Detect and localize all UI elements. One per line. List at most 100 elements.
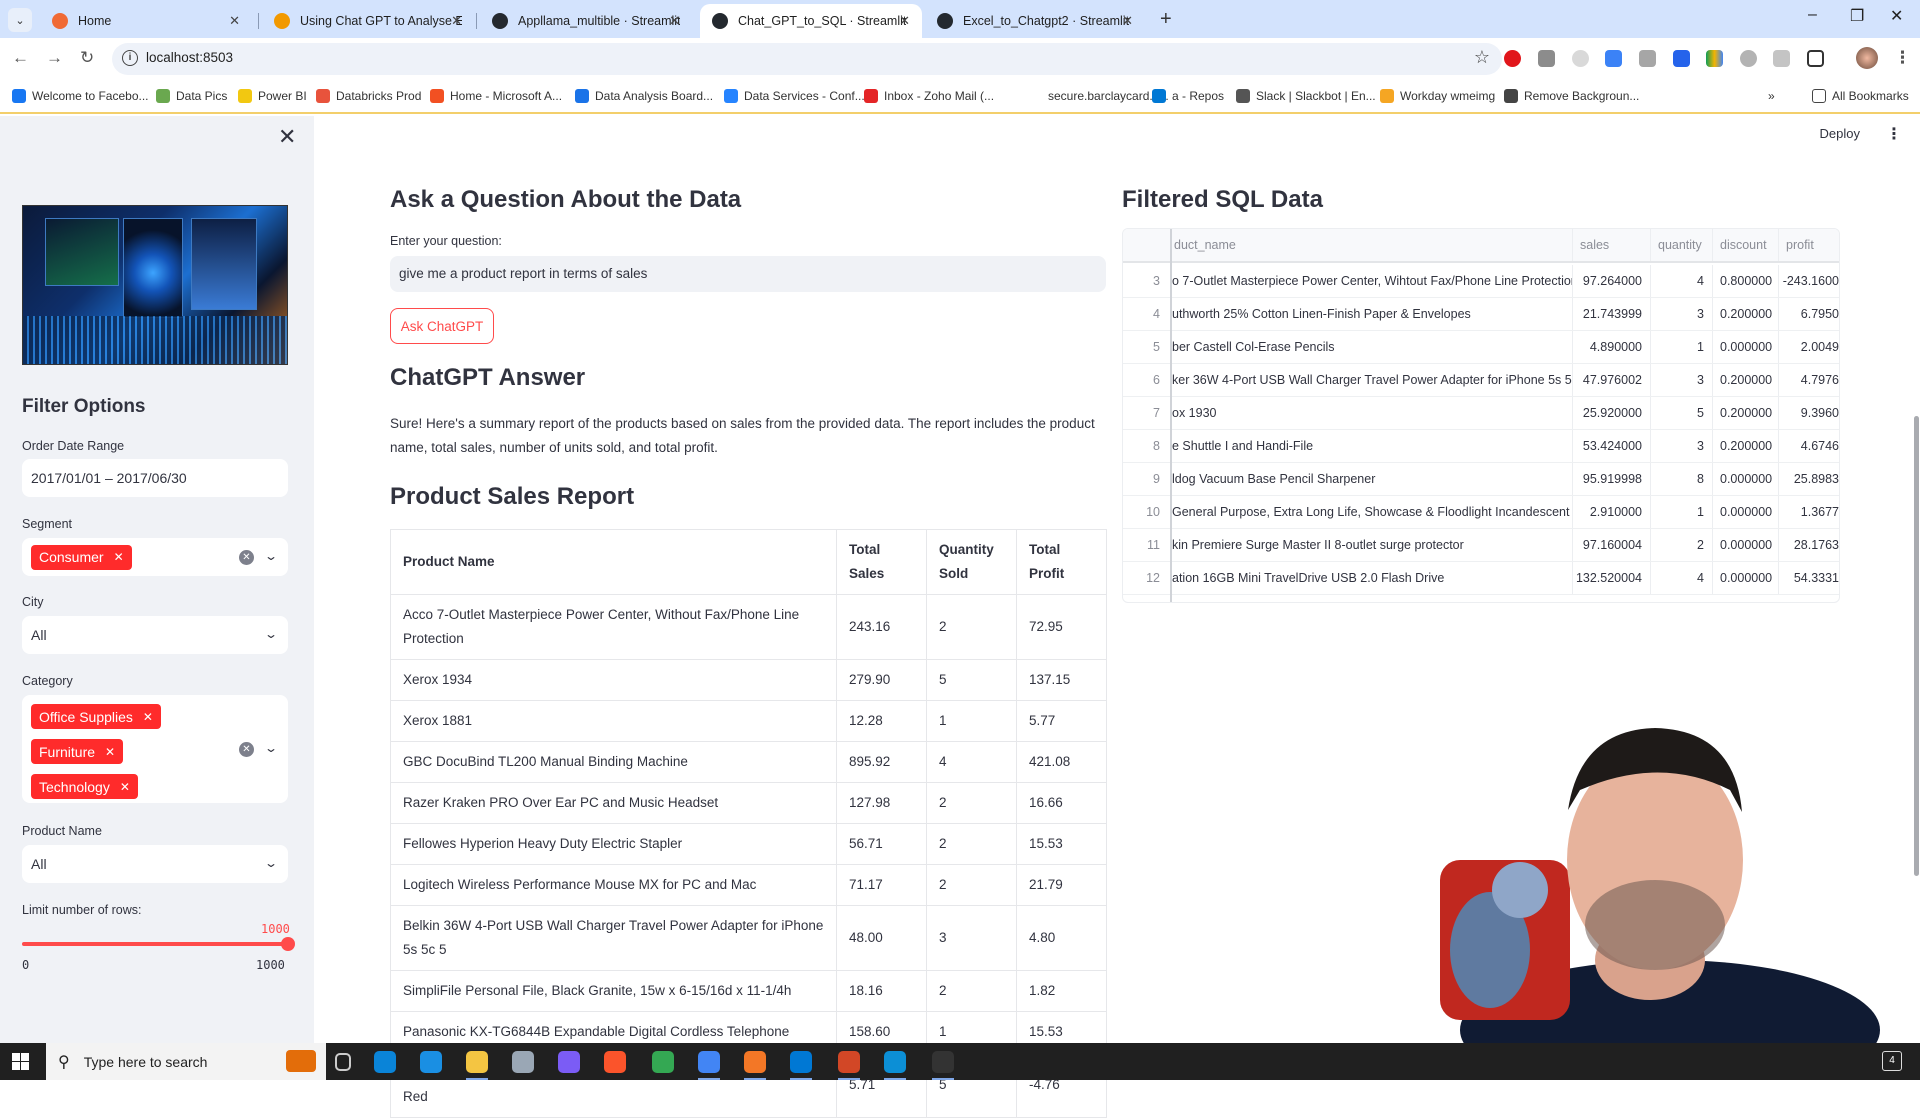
quantity-cell[interactable]: 3 [1650,298,1712,330]
task-view-icon[interactable] [335,1053,351,1071]
city-select[interactable]: All ⌄ [22,616,288,654]
sales-cell[interactable]: 47.976002 [1572,364,1650,396]
sales-cell[interactable]: 95.919998 [1572,463,1650,495]
profit-cell[interactable]: 28.1763 [1778,529,1839,561]
bookmark-item[interactable]: Data Pics [156,89,227,103]
question-input[interactable]: give me a product report in terms of sal… [390,256,1106,292]
profile-avatar[interactable] [1856,47,1878,69]
dataframe-row[interactable]: 12 ation 16GB Mini TravelDrive USB 2.0 Fl… [1123,562,1839,595]
sql-dataframe[interactable]: duct_name sales quantity discount profit 3o … [1122,228,1840,603]
browser-tab[interactable]: Using Chat GPT to Analyse Exc ✕ [262,4,474,38]
bookmark-item[interactable]: Home - Microsoft A... [430,89,562,103]
bookmark-item[interactable]: Welcome to Facebo... [12,89,149,103]
all-bookmarks-button[interactable]: All Bookmarks [1812,89,1909,103]
slider-thumb[interactable] [281,937,295,951]
discount-cell[interactable]: 0.000000 [1712,463,1778,495]
dataframe-row[interactable]: 4 uthworth 25% Cotton Linen-Finish Paper … [1123,298,1839,331]
close-tab-icon[interactable]: ✕ [669,13,680,29]
app-menu-icon[interactable]: ⋮ [1886,124,1902,144]
close-tab-icon[interactable]: ✕ [451,13,462,29]
quantity-cell[interactable]: 4 [1650,265,1712,297]
notification-center-icon[interactable]: 4 [1882,1051,1902,1071]
product-name-cell[interactable]: uthworth 25% Cotton Linen-Finish Paper &… [1172,298,1572,330]
profit-cell[interactable]: 9.3960 [1778,397,1839,429]
close-window-button[interactable]: ✕ [1890,6,1903,26]
jupyter-icon[interactable] [744,1051,766,1073]
sales-cell[interactable]: 97.160004 [1572,529,1650,561]
dataframe-row[interactable]: 3o 7-Outlet Masterpiece Power Center, Wi… [1123,265,1839,298]
discount-cell[interactable]: 0.200000 [1712,298,1778,330]
quantity-cell[interactable]: 1 [1650,331,1712,363]
maximize-button[interactable]: ❐ [1850,6,1864,26]
profit-cell[interactable]: 6.7950 [1778,298,1839,330]
extension-k-icon[interactable] [1740,50,1757,67]
browser-menu-icon[interactable]: ⋮ [1894,48,1911,68]
dataframe-row[interactable]: 9 ldog Vacuum Base Pencil Sharpener 95.919… [1123,463,1839,496]
dataframe-row[interactable]: 7 ox 1930 25.920000 5 0.200000 9.3960 [1123,397,1839,430]
address-bar[interactable]: i localhost:8503 ☆ [112,43,1502,75]
tab-search-button[interactable]: ⌄ [8,8,32,32]
taskbar-search-box[interactable]: ⚲ Type here to search [46,1043,326,1080]
extension-tag-icon[interactable] [1605,50,1622,67]
discount-cell[interactable]: 0.200000 [1712,397,1778,429]
product-name-select[interactable]: All ⌄ [22,845,288,883]
product-name-cell[interactable]: ox 1930 [1172,397,1572,429]
clear-all-icon[interactable]: ✕ [239,742,254,757]
close-tab-icon[interactable]: ✕ [1122,13,1133,29]
bookmark-item[interactable]: Slack | Slackbot | En... [1236,89,1376,103]
row-index[interactable]: 8 [1123,430,1168,462]
chevron-down-icon[interactable]: ⌄ [264,741,278,755]
quantity-cell[interactable]: 5 [1650,397,1712,429]
close-sidebar-icon[interactable]: ✕ [278,124,296,150]
category-chip-technology[interactable]: Technology ✕ [31,774,138,799]
dataframe-row[interactable]: 11 kin Premiere Surge Master II 8-outlet … [1123,529,1839,562]
product-name-cell[interactable]: ldog Vacuum Base Pencil Sharpener [1172,463,1572,495]
product-name-cell[interactable]: ation 16GB Mini TravelDrive USB 2.0 Flas… [1172,562,1572,594]
extension-grey-icon[interactable] [1572,50,1589,67]
mail-icon[interactable] [420,1051,442,1073]
browser-tab[interactable]: Home ✕ [40,4,252,38]
profit-cell[interactable]: 4.6746 [1778,430,1839,462]
bookmark-item[interactable]: Inbox - Zoho Mail (... [864,89,994,103]
discount-cell[interactable]: 0.000000 [1712,331,1778,363]
dataframe-column-header[interactable]: sales [1572,229,1650,261]
bookmark-item[interactable]: Databricks Prod [316,89,421,103]
bookmark-item[interactable]: Workday wmeimg [1380,89,1495,103]
remove-chip-icon[interactable]: ✕ [120,780,130,794]
bookmark-item[interactable]: Data Analysis Board... [575,89,713,103]
product-name-cell[interactable]: o 7-Outlet Masterpiece Power Center, Wih… [1172,265,1572,297]
site-info-icon[interactable]: i [122,50,138,66]
forward-icon[interactable]: → [46,48,63,68]
dataframe-row[interactable]: 5 ber Castell Col-Erase Pencils 4.890000 1 0… [1123,331,1839,364]
close-tab-icon[interactable]: ✕ [899,13,910,29]
extensions-puzzle-icon[interactable] [1807,50,1824,67]
product-name-cell[interactable]: e Shuttle I and Handi-File [1172,430,1572,462]
product-name-cell[interactable]: kin Premiere Surge Master II 8-outlet su… [1172,529,1572,561]
profit-cell[interactable]: 25.8983 [1778,463,1839,495]
dataframe-column-header[interactable]: quantity [1650,229,1712,261]
profit-cell[interactable]: -243.1600 [1778,265,1839,297]
sales-cell[interactable]: 53.424000 [1572,430,1650,462]
windows-start-icon[interactable] [12,1053,29,1070]
discount-cell[interactable]: 0.200000 [1712,430,1778,462]
product-name-cell[interactable]: General Purpose, Extra Long Life, Showca… [1172,496,1572,528]
bookmark-item[interactable]: Power BI [238,89,307,103]
sales-cell[interactable]: 4.890000 [1572,331,1650,363]
row-index[interactable]: 9 [1123,463,1168,495]
quantity-cell[interactable]: 2 [1650,529,1712,561]
file-explorer-icon[interactable] [466,1051,488,1073]
brave-icon[interactable] [604,1051,626,1073]
copilot-icon[interactable] [558,1051,580,1073]
discount-cell[interactable]: 0.000000 [1712,496,1778,528]
profit-cell[interactable]: 1.3677 [1778,496,1839,528]
sales-cell[interactable]: 132.520004 [1572,562,1650,594]
bookmark-item[interactable]: Data Services - Conf... [724,89,865,103]
quantity-cell[interactable]: 4 [1650,562,1712,594]
product-name-cell[interactable]: ker 36W 4-Port USB Wall Charger Travel P… [1172,364,1572,396]
browser-tab[interactable]: Appllama_multible · Streamlit ✕ [480,4,692,38]
discount-cell[interactable]: 0.800000 [1712,265,1778,297]
row-index[interactable]: 11 [1123,529,1168,561]
bookmark-star-icon[interactable]: ☆ [1474,47,1490,68]
extension-camera-icon[interactable] [1538,50,1555,67]
dataframe-row[interactable]: 6 ker 36W 4-Port USB Wall Charger Travel … [1123,364,1839,397]
